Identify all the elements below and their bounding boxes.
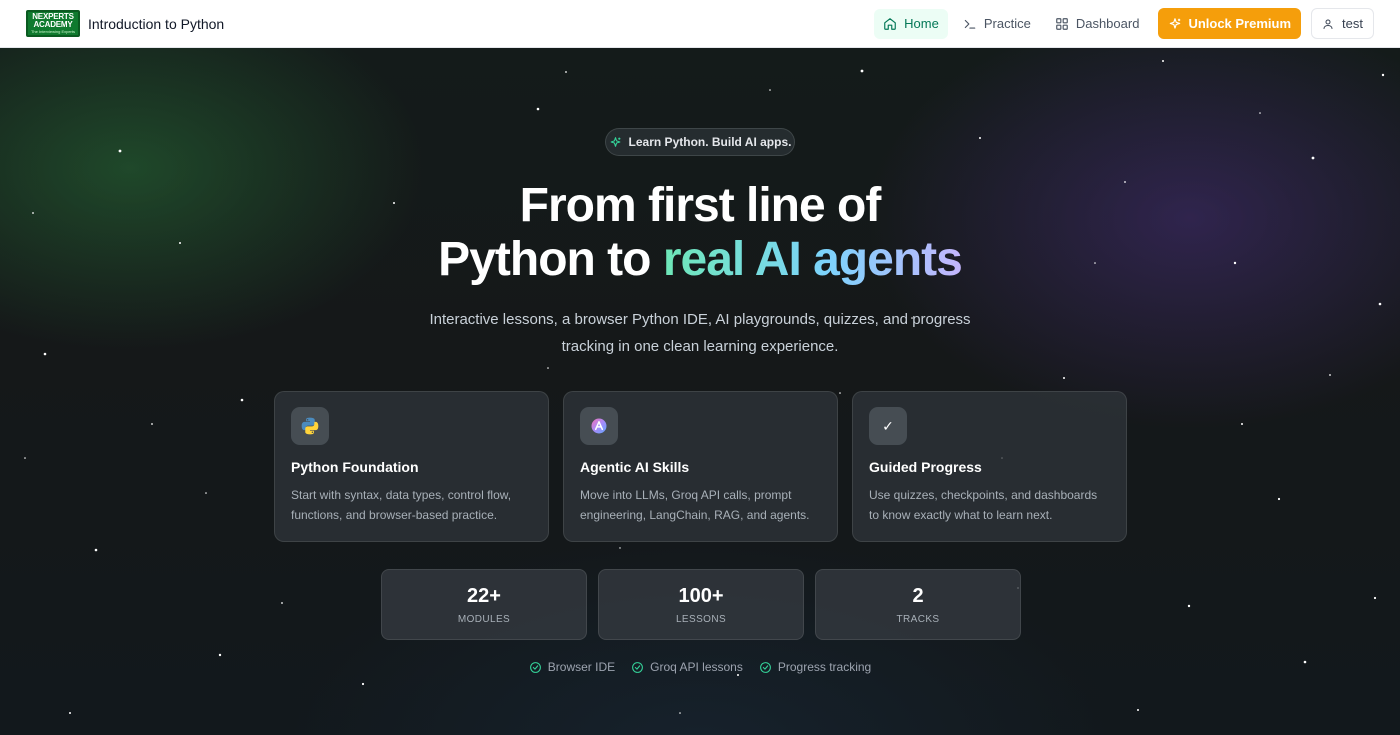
- check-circle-icon: [529, 661, 541, 673]
- feature-item-label: Browser IDE: [547, 660, 616, 674]
- sparkle-icon: [610, 136, 620, 147]
- stat-value: 2: [912, 584, 924, 607]
- check-icon-box: ✓: [869, 407, 907, 445]
- feature-card-desc: Move into LLMs, Groq API calls, prompt e…: [580, 488, 810, 522]
- unlock-premium-label: Unlock Premium: [1188, 16, 1292, 31]
- nav-home-label: Home: [904, 16, 939, 31]
- nav-practice-label: Practice: [983, 16, 1031, 31]
- nav-home[interactable]: Home: [874, 8, 948, 39]
- hero-tagline-text: Learn Python. Build AI apps.: [628, 135, 792, 149]
- check-icon: ✓: [882, 417, 894, 434]
- feature-item-progress-tracking: Progress tracking: [759, 660, 871, 674]
- dashboard-grid-icon: [1055, 17, 1068, 30]
- stat-tracks: 2 TRACKS: [815, 569, 1021, 640]
- stat-label: TRACKS: [896, 613, 940, 625]
- feature-card-title: Python Foundation: [291, 459, 419, 475]
- app-title[interactable]: Introduction to Python: [88, 16, 224, 32]
- hero-headline-highlight: real AI agents: [662, 233, 963, 286]
- feature-card-python[interactable]: Python Foundation Start with syntax, dat…: [274, 391, 549, 542]
- check-circle-icon: [759, 661, 771, 673]
- feature-item-groq-api: Groq API lessons: [631, 660, 743, 674]
- python-icon: [301, 417, 319, 435]
- python-icon-box: [291, 407, 329, 445]
- main-nav: Home Practice Dashboard Unlock Premium t…: [874, 8, 1374, 39]
- hero-headline-line2: Python to real AI agents: [0, 233, 1400, 287]
- user-name: test: [1342, 16, 1363, 31]
- agent-icon: [591, 418, 607, 434]
- feature-card-agentic-ai[interactable]: Agentic AI Skills Move into LLMs, Groq A…: [563, 391, 838, 542]
- terminal-icon: [964, 19, 976, 29]
- feature-cards: Python Foundation Start with syntax, dat…: [274, 391, 1127, 542]
- stat-value: 100+: [678, 584, 724, 607]
- sparkle-icon: [1170, 17, 1181, 29]
- logo-tagline: The Interviewing Experts: [30, 29, 76, 34]
- hero-headline-line1: From first line of: [519, 179, 882, 232]
- feature-checklist: Browser IDE Groq API lessons Progress tr…: [0, 660, 1400, 674]
- logo-line2: ACADEMY: [33, 20, 73, 29]
- feature-item-label: Progress tracking: [777, 660, 872, 674]
- nexperts-academy-logo[interactable]: NEXPERTS ACADEMY The Interviewing Expert…: [26, 10, 80, 37]
- top-nav-bar: NEXPERTS ACADEMY The Interviewing Expert…: [0, 0, 1400, 48]
- stats-row: 22+ MODULES 100+ LESSONS 2 TRACKS: [381, 569, 1021, 640]
- user-menu-button[interactable]: test: [1311, 8, 1374, 39]
- hero-subtitle: Interactive lessons, a browser Python ID…: [429, 311, 971, 355]
- nav-practice[interactable]: Practice: [954, 9, 1040, 39]
- hero-headline-plain: Python to: [438, 233, 663, 286]
- feature-card-guided-progress[interactable]: ✓ Guided Progress Use quizzes, checkpoin…: [852, 391, 1127, 542]
- hero-section: Learn Python. Build AI apps. From first …: [0, 48, 1400, 735]
- stat-value: 22+: [467, 584, 501, 607]
- feature-card-title: Guided Progress: [869, 459, 982, 475]
- unlock-premium-button[interactable]: Unlock Premium: [1158, 8, 1302, 39]
- stat-label: LESSONS: [675, 613, 727, 625]
- check-circle-icon: [632, 661, 644, 673]
- feature-item-browser-ide: Browser IDE: [529, 660, 615, 674]
- agent-icon-box: [580, 407, 618, 445]
- user-icon: [1323, 19, 1333, 29]
- feature-item-label: Groq API lessons: [650, 660, 743, 674]
- feature-card-desc: Use quizzes, checkpoints, and dashboards…: [869, 488, 1098, 522]
- nav-dashboard[interactable]: Dashboard: [1046, 9, 1149, 39]
- stat-label: MODULES: [457, 613, 511, 625]
- feature-card-title: Agentic AI Skills: [580, 459, 690, 475]
- nav-dashboard-label: Dashboard: [1075, 16, 1140, 31]
- stat-modules: 22+ MODULES: [381, 569, 587, 640]
- home-icon: [884, 17, 897, 30]
- stat-lessons: 100+ LESSONS: [598, 569, 804, 640]
- feature-card-desc: Start with syntax, data types, control f…: [291, 488, 512, 522]
- hero-tagline-pill: Learn Python. Build AI apps.: [605, 128, 795, 156]
